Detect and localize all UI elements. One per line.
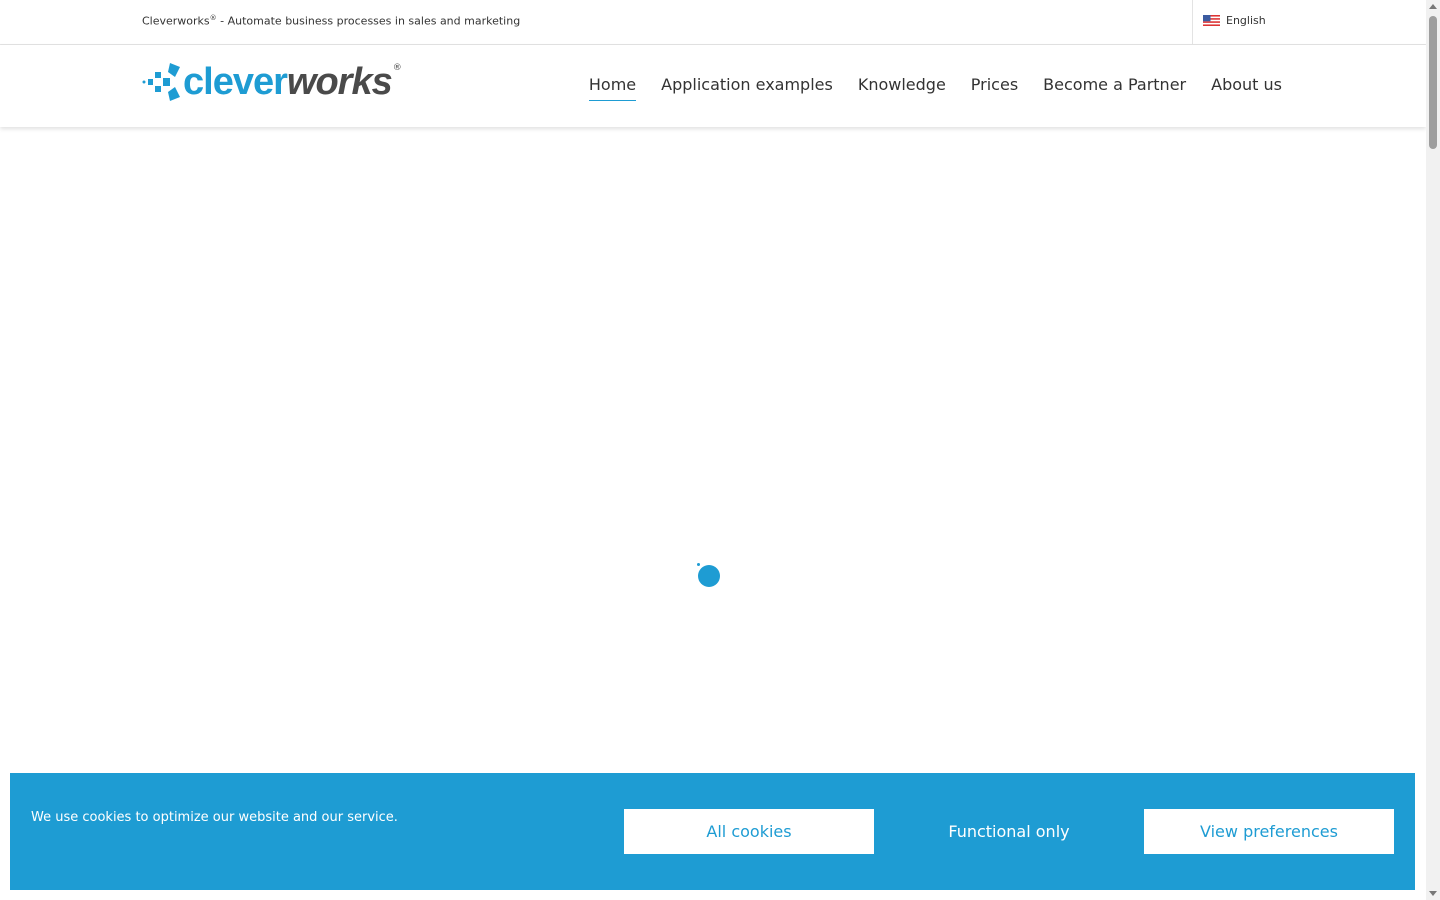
site-tagline: Cleverworks® - Automate business process…	[142, 14, 520, 28]
tagline-registered-mark: ®	[209, 14, 217, 22]
scrollbar-thumb[interactable]	[1429, 16, 1437, 149]
all-cookies-button[interactable]: All cookies	[624, 809, 874, 854]
view-preferences-button[interactable]: View preferences	[1144, 809, 1394, 854]
language-divider	[1192, 0, 1193, 44]
cookie-banner: We use cookies to optimize our website a…	[10, 773, 1415, 890]
scroll-down-arrow-icon[interactable]	[1429, 891, 1437, 896]
main-navigation: Home Application examples Knowledge Pric…	[588, 75, 1282, 101]
nav-item-about-us[interactable]: About us	[1211, 75, 1282, 99]
nav-item-home[interactable]: Home	[588, 75, 637, 101]
logo-word-clever: clever	[183, 61, 288, 103]
cookie-message: We use cookies to optimize our website a…	[31, 810, 398, 825]
us-flag-icon	[1203, 15, 1220, 26]
scroll-up-arrow-icon[interactable]	[1429, 4, 1437, 9]
functional-only-button[interactable]: Functional only	[884, 809, 1134, 854]
tagline-brand: Cleverworks	[142, 14, 210, 28]
page-scrollbar[interactable]	[1426, 0, 1440, 900]
language-label: English	[1226, 14, 1266, 27]
spinner-main-dot	[698, 565, 720, 587]
logo-registered-mark: ®	[392, 63, 402, 73]
top-bar: Cleverworks® - Automate business process…	[0, 0, 1426, 45]
language-selector[interactable]: English	[1203, 14, 1266, 27]
tagline-text: - Automate business processes in sales a…	[216, 14, 521, 28]
nav-item-become-a-partner[interactable]: Become a Partner	[1043, 75, 1186, 99]
spinner-small-dot	[697, 563, 700, 566]
loading-spinner-icon	[697, 563, 721, 587]
logo-word-works: works	[286, 61, 393, 103]
logo-mark-icon	[142, 63, 180, 101]
nav-item-knowledge[interactable]: Knowledge	[858, 75, 946, 99]
nav-item-application-examples[interactable]: Application examples	[661, 75, 833, 99]
nav-item-prices[interactable]: Prices	[971, 75, 1018, 99]
logo-wordmark: cleverworks	[183, 61, 393, 103]
main-header: cleverworks ® Home Application examples …	[0, 45, 1426, 127]
cleverworks-logo[interactable]: cleverworks ®	[142, 63, 402, 101]
